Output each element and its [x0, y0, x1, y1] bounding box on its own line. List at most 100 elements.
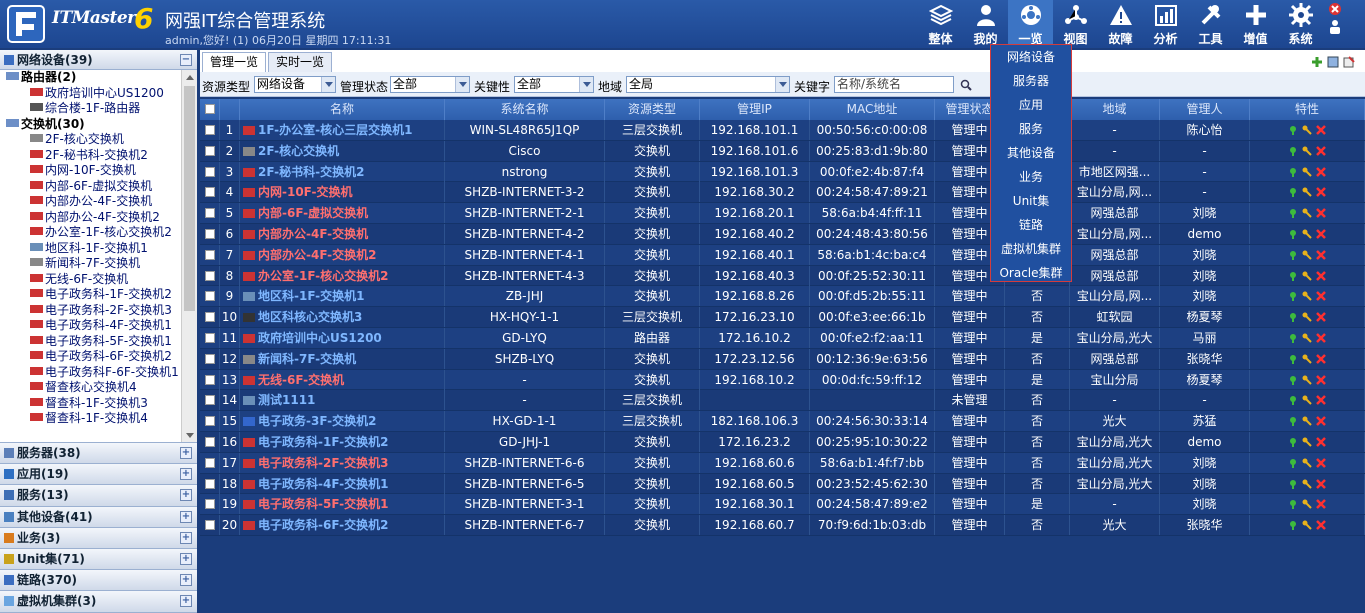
column-header[interactable]: 管理人 [1160, 99, 1250, 120]
dropdown-item[interactable]: Oracle集群 [991, 261, 1071, 285]
region-filter-select[interactable]: 全局 [626, 76, 790, 93]
nav-topology[interactable]: 视图 [1053, 0, 1098, 48]
table-row[interactable]: 11 政府培训中心US1200 GD-LYQ 路由器 172.16.10.2 00:0f:… [200, 327, 1365, 349]
tree-group[interactable]: 路由器(2) [0, 70, 197, 86]
sidebar-group[interactable]: 应用(19) + [0, 464, 197, 486]
monitor-icon[interactable] [1288, 146, 1298, 156]
delete-icon[interactable] [1316, 208, 1326, 219]
row-checkbox[interactable] [204, 332, 215, 343]
row-checkbox[interactable] [204, 478, 215, 489]
monitor-icon[interactable] [1288, 167, 1298, 177]
table-row[interactable]: 10 地区科核心交换机3 HX-HQY-1-1 三层交换机 172.16.23.10 00… [200, 307, 1365, 328]
column-header[interactable]: 名称 [240, 99, 445, 120]
monitor-icon[interactable] [1288, 520, 1298, 531]
row-checkbox[interactable] [204, 353, 215, 364]
row-checkbox[interactable] [204, 436, 215, 447]
key-icon[interactable] [1302, 437, 1312, 447]
collapse-icon[interactable]: − [180, 54, 192, 66]
delete-icon[interactable] [1316, 457, 1326, 468]
row-checkbox[interactable] [204, 166, 215, 177]
key-icon[interactable] [1302, 416, 1312, 426]
tree-item[interactable]: 督查核心交换机4 [0, 380, 197, 396]
device-name-link[interactable]: 2F-秘书科-交换机2 [258, 165, 365, 179]
keyword-input[interactable]: 名称/系统名称/IP/MAC [834, 76, 954, 93]
delete-icon[interactable] [1316, 270, 1326, 281]
device-name-link[interactable]: 电子政务科-5F-交换机1 [258, 497, 389, 511]
row-checkbox[interactable] [204, 249, 215, 260]
monitor-icon[interactable] [1288, 250, 1298, 260]
row-checkbox[interactable] [204, 520, 215, 531]
tree-item[interactable]: 办公室-1F-核心交换机2 [0, 225, 197, 241]
delete-icon[interactable] [1316, 312, 1326, 323]
tree-item[interactable]: 电子政务科-2F-交换机3 [0, 303, 197, 319]
device-name-link[interactable]: 办公室-1F-核心交换机2 [258, 269, 389, 283]
key-icon[interactable] [1302, 333, 1312, 343]
dropdown-item[interactable]: Unit集 [991, 189, 1071, 213]
key-icon[interactable] [1302, 167, 1312, 177]
delete-icon[interactable] [1316, 187, 1326, 198]
nav-overview[interactable]: 一览 [1008, 0, 1053, 48]
dropdown-item[interactable]: 其他设备 [991, 141, 1071, 165]
device-name-link[interactable]: 内部办公-4F-交换机 [258, 227, 368, 241]
nav-tools[interactable]: 工具 [1188, 0, 1233, 48]
tree-item[interactable]: 督查科-1F-交换机3 [0, 396, 197, 412]
nav-warning[interactable]: 故障 [1098, 0, 1143, 48]
device-name-link[interactable]: 内部-6F-虚拟交换机 [258, 206, 368, 220]
monitor-icon[interactable] [1288, 437, 1298, 447]
dropdown-item[interactable]: 应用 [991, 93, 1071, 117]
expand-icon[interactable]: + [180, 574, 192, 587]
nav-user[interactable]: 我的 [963, 0, 1008, 48]
expand-icon[interactable]: + [180, 531, 192, 544]
delete-icon[interactable] [1316, 437, 1326, 447]
delete-icon[interactable] [1316, 416, 1326, 427]
expand-icon[interactable]: + [180, 510, 192, 523]
expand-icon[interactable]: + [180, 489, 192, 502]
row-checkbox[interactable] [204, 125, 215, 135]
sidebar-group[interactable]: 虚拟机集群(3) + [0, 591, 197, 613]
tree-item[interactable]: 电子政务科-1F-交换机2 [0, 287, 197, 303]
delete-icon[interactable] [1316, 333, 1326, 343]
column-header[interactable]: 资源类型 [605, 99, 700, 120]
column-header[interactable] [220, 99, 240, 120]
user-switch-icon[interactable] [1328, 19, 1342, 35]
tree-item[interactable]: 内部办公-4F-交换机 [0, 194, 197, 210]
device-name-link[interactable]: 政府培训中心US1200 [258, 331, 382, 345]
monitor-icon[interactable] [1288, 499, 1298, 510]
key-icon[interactable] [1302, 395, 1312, 406]
key-icon[interactable] [1302, 229, 1312, 239]
column-header[interactable] [200, 99, 220, 120]
expand-icon[interactable]: + [180, 468, 192, 481]
device-name-link[interactable]: 无线-6F-交换机 [258, 373, 344, 387]
tree-group[interactable]: 交换机(30) [0, 117, 197, 133]
device-name-link[interactable]: 电子政务科-6F-交换机2 [258, 518, 389, 532]
key-icon[interactable] [1302, 187, 1312, 198]
device-name-link[interactable]: 2F-核心交换机 [258, 144, 339, 158]
nav-gear[interactable]: 系统 [1278, 0, 1323, 48]
row-checkbox[interactable] [204, 145, 215, 156]
device-name-link[interactable]: 电子政务科-1F-交换机2 [258, 435, 389, 449]
table-row[interactable]: 12 新闻科-7F-交换机 SHZB-LYQ 交换机 172.23.12.56 00:12… [200, 348, 1365, 370]
tree-item[interactable]: 内部-6F-虚拟交换机 [0, 179, 197, 195]
row-checkbox[interactable] [204, 499, 215, 510]
row-checkbox[interactable] [204, 228, 215, 239]
key-icon[interactable] [1302, 375, 1312, 385]
monitor-icon[interactable] [1288, 333, 1298, 343]
table-row[interactable]: 9 地区科-1F-交换机1 ZB-JHJ 交换机 192.168.8.26 00:0f:d… [200, 286, 1365, 308]
close-system-icon[interactable] [1328, 2, 1342, 16]
delete-icon[interactable] [1316, 166, 1326, 177]
table-row[interactable]: 13 无线-6F-交换机 - 交换机 192.168.10.2 00:0d:fc:59:f… [200, 369, 1365, 391]
table-row[interactable]: 6 内部办公-4F-交换机 SHZB-INTERNET-4-2 交换机 192.168.… [200, 223, 1365, 245]
monitor-icon[interactable] [1288, 458, 1298, 468]
dropdown-item[interactable]: 服务器 [991, 69, 1071, 93]
column-header[interactable]: MAC地址 [810, 99, 935, 120]
row-checkbox[interactable] [204, 270, 215, 281]
monitor-icon[interactable] [1288, 312, 1298, 323]
monitor-icon[interactable] [1288, 208, 1298, 219]
monitor-icon[interactable] [1288, 395, 1298, 406]
key-icon[interactable] [1302, 250, 1312, 260]
key-icon[interactable] [1302, 146, 1312, 156]
tree-item[interactable]: 2F-秘书科-交换机2 [0, 148, 197, 164]
column-header[interactable]: 系统名称 [445, 99, 605, 120]
tree-item[interactable]: 电子政务科-5F-交换机1 [0, 334, 197, 350]
device-name-link[interactable]: 地区科核心交换机3 [258, 310, 362, 324]
